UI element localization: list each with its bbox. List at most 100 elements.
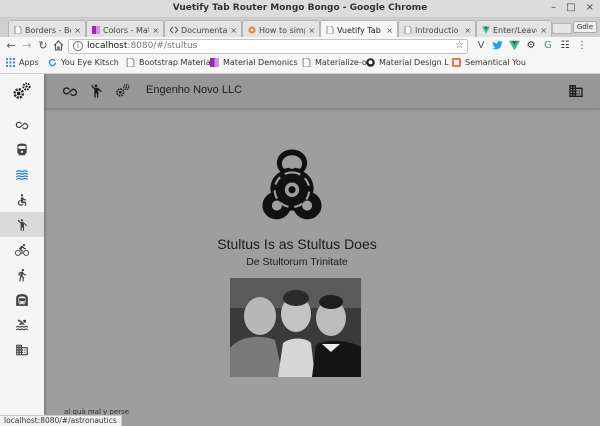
waves-icon bbox=[16, 169, 28, 180]
close-tab-icon[interactable]: × bbox=[386, 26, 393, 35]
sidebar-item-infinity[interactable] bbox=[0, 112, 44, 137]
bookmark-label: Apps bbox=[19, 58, 39, 67]
apps-icon bbox=[6, 58, 15, 67]
bookmark-material-demonics[interactable]: Material Demonics bbox=[210, 58, 298, 67]
person-icon[interactable] bbox=[88, 83, 104, 99]
page-icon bbox=[14, 25, 22, 35]
sidebar-item-person[interactable] bbox=[0, 212, 44, 237]
sidebar-item-accessible[interactable] bbox=[0, 187, 44, 212]
browser-toolbar: ← → ↻ i localhost:8080/#/stultus ☆ V ⚙ G… bbox=[0, 37, 600, 56]
tab-label: Borders - Bo bbox=[25, 25, 72, 35]
semantic-icon bbox=[452, 58, 461, 67]
profile-chip[interactable]: Gdle bbox=[572, 21, 597, 33]
person-icon bbox=[17, 218, 28, 231]
building-icon[interactable] bbox=[568, 83, 584, 99]
tab-label: Enter/Leave bbox=[493, 25, 538, 35]
settings-gears-icon[interactable] bbox=[12, 82, 32, 100]
page-viewport: Engenho Novo LLC Stultus Is as Stultus D… bbox=[0, 74, 600, 426]
tab-label: Colors - Mat bbox=[103, 25, 150, 35]
tab-label: Introductio bbox=[415, 25, 459, 35]
infinity-icon[interactable] bbox=[62, 83, 78, 99]
close-tab-icon[interactable]: × bbox=[74, 26, 81, 35]
bookmark-apps[interactable]: Apps bbox=[6, 58, 39, 67]
browser-tab[interactable]: Introductio × bbox=[398, 20, 476, 37]
bookmark-label: Bootstrap Materia bbox=[139, 58, 211, 67]
sidebar-item-subway[interactable] bbox=[0, 287, 44, 312]
tab-label: Documentati bbox=[181, 25, 228, 35]
train-icon bbox=[17, 143, 27, 155]
close-tab-icon[interactable]: × bbox=[230, 26, 237, 35]
app-toolbar: Engenho Novo LLC bbox=[0, 74, 600, 108]
browser-tab[interactable]: How to simp × bbox=[242, 20, 320, 37]
reload-icon[interactable]: ↻ bbox=[36, 39, 50, 53]
stackoverflow-icon bbox=[248, 26, 256, 34]
sidebar-item-train[interactable] bbox=[0, 137, 44, 162]
navigation-drawer bbox=[0, 74, 44, 426]
back-icon[interactable]: ← bbox=[4, 39, 18, 53]
close-tab-icon[interactable]: × bbox=[152, 26, 159, 35]
sidebar-item-bike[interactable] bbox=[0, 237, 44, 262]
address-bar[interactable]: i localhost:8080/#/stultus ☆ bbox=[68, 39, 468, 54]
extension-translate-icon[interactable]: ☷ bbox=[559, 40, 571, 52]
bookmark-material-design-l[interactable]: Material Design L bbox=[366, 58, 449, 67]
sidebar-item-waves[interactable] bbox=[0, 162, 44, 187]
status-bar-url: localhost:8080/#/astronautics bbox=[0, 415, 122, 426]
close-tab-icon[interactable]: × bbox=[308, 26, 315, 35]
material-icon bbox=[210, 58, 219, 67]
menu-icon[interactable]: ⋮ bbox=[576, 40, 588, 52]
bookmark-bootstrap-materia[interactable]: Bootstrap Materia bbox=[126, 57, 211, 68]
bookmark-semantical-you[interactable]: Semantical You bbox=[452, 58, 526, 67]
extension-g-icon[interactable]: G bbox=[542, 40, 554, 52]
maximize-button[interactable]: □ bbox=[566, 2, 575, 13]
accessible-icon bbox=[17, 193, 27, 206]
browser-tab[interactable]: Documentati × bbox=[164, 20, 242, 37]
close-window-button[interactable]: × bbox=[586, 2, 594, 13]
tab-label: Vuetify Tab bbox=[337, 25, 381, 35]
main-content: Stultus Is as Stultus Does De Stultorum … bbox=[44, 108, 600, 426]
app-title: Engenho Novo LLC bbox=[146, 84, 243, 96]
bookmark-materialize[interactable]: Materialize-o bbox=[302, 57, 367, 68]
forward-icon[interactable]: → bbox=[20, 39, 34, 53]
bookmark-label: Material Design L bbox=[379, 58, 449, 67]
close-tab-icon[interactable]: × bbox=[464, 26, 471, 35]
infinity-icon bbox=[15, 121, 29, 129]
close-tab-icon[interactable]: × bbox=[540, 26, 547, 35]
page-icon bbox=[326, 25, 334, 35]
browser-tab[interactable]: Colors - Mat × bbox=[86, 20, 164, 37]
tab-label: How to simp bbox=[259, 25, 306, 35]
hero-title: Stultus Is as Stultus Does bbox=[217, 236, 377, 252]
bookmark-label: You Eye Kitsch bbox=[61, 58, 119, 67]
subway-icon bbox=[16, 293, 28, 306]
info-icon[interactable]: i bbox=[73, 41, 83, 51]
vue-devtools-icon[interactable] bbox=[508, 40, 520, 52]
bookmark-you-eye-kitsch[interactable]: You Eye Kitsch bbox=[48, 58, 119, 67]
bookmark-label: Semantical You bbox=[465, 58, 526, 67]
building-icon bbox=[16, 344, 28, 355]
sidebar-item-pool[interactable] bbox=[0, 312, 44, 337]
sidebar-item-run[interactable] bbox=[0, 262, 44, 287]
bookmark-star-icon[interactable]: ☆ bbox=[455, 40, 464, 51]
browser-tab-active[interactable]: Vuetify Tab × bbox=[320, 20, 398, 37]
github-icon bbox=[366, 58, 375, 67]
vue-icon bbox=[482, 26, 490, 34]
extension-v-icon[interactable]: V bbox=[475, 40, 487, 52]
settings-gears-icon[interactable] bbox=[115, 83, 131, 99]
bike-icon bbox=[15, 243, 29, 256]
browser-tab[interactable]: Borders - Bo × bbox=[8, 20, 86, 37]
extension-gear-icon[interactable]: ⚙ bbox=[525, 40, 537, 52]
window-controls: – □ × bbox=[551, 2, 594, 13]
bookmark-label: Material Demonics bbox=[223, 58, 298, 67]
bookmark-label: Materialize-o bbox=[315, 58, 367, 67]
twitter-icon[interactable] bbox=[491, 40, 503, 52]
refresh-icon bbox=[48, 58, 57, 67]
material-icon bbox=[92, 26, 100, 34]
minimize-button[interactable]: – bbox=[551, 2, 556, 13]
page-icon bbox=[126, 57, 135, 68]
page-icon bbox=[404, 25, 412, 35]
browser-tab[interactable]: Enter/Leave × bbox=[476, 20, 552, 37]
home-icon[interactable] bbox=[51, 39, 65, 53]
new-tab-button[interactable] bbox=[552, 23, 572, 34]
tab-strip: Borders - Bo × Colors - Mat × Documentat… bbox=[0, 18, 600, 37]
code-icon bbox=[169, 26, 179, 34]
sidebar-item-building[interactable] bbox=[0, 337, 44, 362]
